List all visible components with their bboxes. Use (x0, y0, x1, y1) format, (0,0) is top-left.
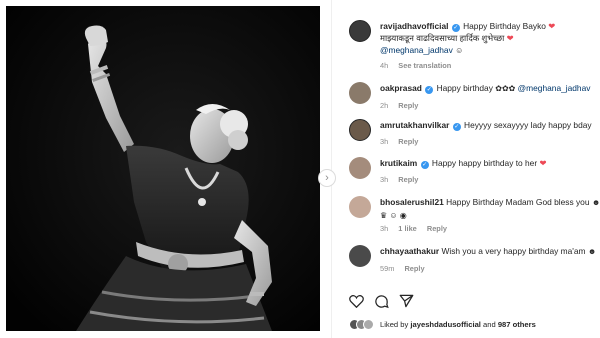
comment-time: 2h (380, 101, 389, 110)
comment-text: Happy birthday (436, 83, 493, 93)
liked-by-joiner: and (483, 320, 496, 329)
comment-username[interactable]: bhosalerushil21 (380, 197, 444, 207)
liked-by-row: Liked by jayeshdadusofficial and 987 oth… (349, 319, 536, 330)
liked-by-prefix: Liked by (380, 320, 409, 329)
avatar[interactable] (349, 20, 371, 42)
avatar[interactable] (349, 245, 371, 267)
comment-text: Wish you a very happy birthday ma'am (441, 246, 586, 256)
heart-icon[interactable] (349, 294, 364, 308)
reply-button[interactable]: Reply (404, 264, 424, 273)
liked-by-user[interactable]: jayeshdadusofficial (410, 320, 480, 329)
emoji-row-icon: ♛ ☺ ◉ (380, 211, 407, 220)
comment-icon[interactable] (374, 294, 389, 309)
smile-emoji-icon: ☺ (455, 46, 464, 55)
reply-button[interactable]: Reply (398, 101, 418, 110)
comment-likes[interactable]: 1 like (398, 224, 417, 233)
comment-mention[interactable]: @meghana_jadhav (380, 45, 453, 55)
avatar[interactable] (349, 196, 371, 218)
verified-badge-icon: ✓ (452, 123, 461, 131)
comment-text-marathi: माझ्याकडून वाढदिवसाच्या हार्दिक शुभेच्छा (380, 33, 505, 43)
comment-username[interactable]: amrutakhanvilkar (380, 120, 449, 130)
chevron-right-icon[interactable]: › (318, 169, 336, 187)
comment-username[interactable]: oakprasad (380, 83, 422, 93)
comment-time: 4h (380, 61, 389, 70)
comment-time: 3h (380, 175, 389, 184)
avatar (363, 319, 374, 330)
emoji-icon: ☻ (587, 247, 597, 256)
verified-badge-icon: ✓ (420, 161, 429, 169)
comment-time: 3h (380, 224, 389, 233)
comment-text: Happy happy birthday to her (431, 158, 538, 168)
heart-emoji-icon: ❤ (506, 33, 514, 43)
share-icon[interactable] (399, 294, 414, 308)
heart-emoji-icon: ❤ (548, 21, 556, 31)
comment-time: 3h (380, 137, 389, 146)
see-translation-button[interactable]: See translation (398, 61, 451, 70)
comment-text: Heyyyy sexayyyy lady happy bday (464, 120, 592, 130)
emoji-icon: ☻ (591, 198, 600, 207)
verified-badge-icon: ✓ (451, 24, 460, 32)
comment-username[interactable]: krutikaim (380, 158, 417, 168)
post-photo-container (0, 0, 331, 338)
reply-button[interactable]: Reply (398, 175, 418, 184)
comment-time: 59m (380, 264, 395, 273)
comments-panel: ravijadhavofficial ✓ Happy Birthday Bayk… (337, 0, 600, 338)
heart-emoji-icon: ❤ (539, 158, 547, 168)
liked-by-others[interactable]: 987 others (498, 320, 536, 329)
flower-emoji-icon: ✿✿✿ (495, 84, 516, 93)
comment-username[interactable]: ravijadhavofficial (380, 21, 448, 31)
verified-badge-icon: ✓ (425, 86, 434, 94)
panel-divider (331, 0, 332, 338)
avatar[interactable] (349, 119, 371, 141)
comment-text: Happy Birthday Bayko (463, 21, 546, 31)
avatar[interactable] (349, 157, 371, 179)
reply-button[interactable]: Reply (427, 224, 447, 233)
liker-avatars[interactable] (349, 319, 374, 330)
post-actions (349, 292, 414, 310)
post-photo[interactable] (6, 6, 320, 331)
dancer-photo (6, 6, 320, 331)
comment-mention[interactable]: @meghana_jadhav (518, 83, 591, 93)
comment-username[interactable]: chhayaathakur (380, 246, 439, 256)
comment-text: Happy Birthday Madam God bless you (446, 197, 590, 207)
reply-button[interactable]: Reply (398, 137, 418, 146)
avatar[interactable] (349, 82, 371, 104)
